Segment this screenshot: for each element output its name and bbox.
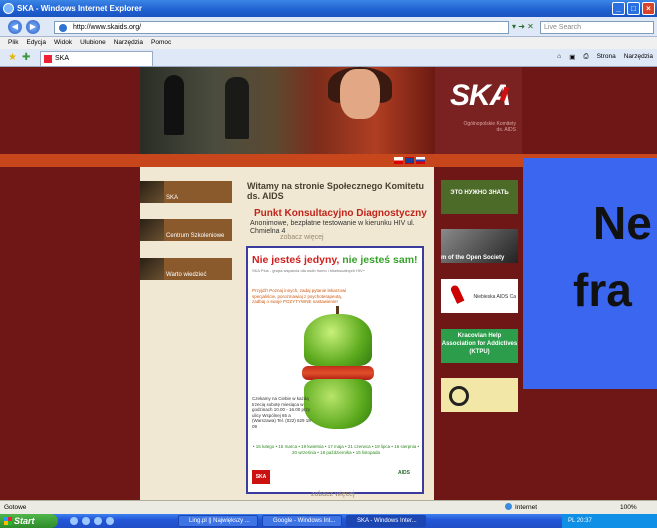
feeds-icon[interactable]: ▣ (569, 53, 575, 61)
address-bar: ◀ ▶ http://www.skaids.org/ ▾ ➜ ✕ Live Se… (0, 17, 657, 37)
see-more-link-2[interactable]: zobacz więcej (311, 491, 355, 498)
url-input[interactable]: http://www.skaids.org/ (54, 21, 509, 34)
menu-edit[interactable]: Edycja (26, 37, 46, 49)
welcome-heading: Witamy na stronie Społecznego Komitetu d… (247, 181, 424, 201)
task-ling[interactable]: Ling.pl || Największy ... (178, 515, 258, 527)
blue-overlay-popup[interactable]: Ne fra (523, 158, 657, 389)
add-favorite-icon[interactable]: ✚ (22, 52, 30, 63)
left-sidebar (140, 167, 232, 500)
menu-bar: Plik Edycja Widok Ulubione Narzędzia Pom… (0, 37, 657, 49)
ie-icon (3, 3, 14, 14)
search-input[interactable]: Live Search (540, 21, 654, 34)
go-refresh-stop[interactable]: ▾ ➜ ✕ (512, 22, 534, 31)
page-menu[interactable]: Strona (597, 53, 616, 61)
ska-favicon-icon (44, 55, 52, 63)
quick-launch (70, 517, 114, 525)
ql-explorer-icon[interactable] (82, 517, 90, 525)
poster-contact: Czekamy na Ciebie w każdą trzecią sobotę… (252, 396, 311, 429)
sidebar-item-warto[interactable]: Warto wiedzieć (140, 258, 232, 280)
home-icon[interactable]: ⌂ (557, 53, 561, 61)
status-text: Gotowe (4, 504, 27, 511)
banner-open-society[interactable]: m of the Open Society (441, 229, 518, 263)
status-bar: Gotowe Internet 100% (0, 500, 657, 514)
window-title: SKA - Windows Internet Explorer (17, 4, 142, 13)
poster-title: Nie jesteś jedyny, nie jesteś sam! (252, 254, 418, 266)
flag-pl-icon[interactable] (394, 157, 403, 164)
menu-view[interactable]: Widok (54, 37, 72, 49)
task-google[interactable]: Google - Windows Int... (262, 515, 342, 527)
sidebar-item-centrum[interactable]: Centrum Szkoleniowe (140, 219, 232, 241)
favorites-star-icon[interactable]: ★ (8, 52, 17, 63)
window-title-bar: SKA - Windows Internet Explorer _ □ × (0, 0, 657, 17)
logo-caption: Ogólnopolskie Komitety ds. AIDS (463, 121, 516, 133)
poster-dates: • 16 lutego • 15 marca • 19 kwietnia • 1… (252, 444, 420, 455)
support-group-poster[interactable]: Nie jesteś jedyny, nie jesteś sam! SKA P… (246, 246, 424, 494)
poster-info: Przyjdź! Poznaj innych, zadaj pytanie le… (252, 288, 347, 304)
back-button[interactable]: ◀ (8, 20, 22, 34)
tab-row: ★ ✚ SKA ⌂ ▣ ⎙ Strona Narzędzia (0, 49, 657, 67)
apple-bottom-image (304, 379, 372, 429)
see-more-link[interactable]: zobacz więcej (280, 234, 324, 241)
poster-aids-logo: AIDS (398, 470, 410, 476)
taskbar: Start Ling.pl || Największy ... Google -… (0, 514, 657, 528)
start-button[interactable]: Start (0, 514, 58, 528)
menu-favorites[interactable]: Ulubione (80, 37, 106, 49)
zoom-level[interactable]: 100% (620, 501, 637, 514)
menu-help[interactable]: Pomoc (151, 37, 171, 49)
menu-file[interactable]: Plik (8, 37, 18, 49)
banner-aids-campaign[interactable]: Niebieska AIDS Ca (441, 279, 518, 313)
circle-logo-icon (449, 386, 469, 406)
page-icon (59, 24, 67, 32)
tab-ska[interactable]: SKA (40, 51, 153, 66)
maximize-button[interactable]: □ (627, 2, 640, 15)
overlay-text-2: fra (573, 264, 632, 316)
pkd-description: Anonimowe, bezpłatne testowanie w kierun… (250, 220, 415, 235)
sidebar-item-ska[interactable]: SKA (140, 181, 232, 203)
ql-media-icon[interactable] (94, 517, 102, 525)
flag-ru-icon[interactable] (416, 157, 425, 164)
pkd-title[interactable]: Punkt Konsultacyjno Diagnostyczny (254, 208, 427, 219)
forward-button[interactable]: ▶ (26, 20, 40, 34)
tools-menu[interactable]: Narzędzia (624, 53, 653, 61)
command-bar: ⌂ ▣ ⎙ Strona Narzędzia (557, 53, 653, 61)
task-ska[interactable]: SKA - Windows Inter... (346, 515, 426, 527)
poster-ska-logo: SKA (252, 470, 270, 484)
minimize-button[interactable]: _ (612, 2, 625, 15)
zone-indicator: Internet (505, 501, 537, 514)
ql-ie-icon[interactable] (70, 517, 78, 525)
menu-tools[interactable]: Narzędzia (114, 37, 143, 49)
language-flags (394, 157, 425, 164)
red-ribbon-icon (449, 284, 465, 304)
print-icon[interactable]: ⎙ (583, 53, 588, 61)
banner-yellow[interactable] (441, 378, 518, 412)
overlay-text-1: Ne (593, 197, 652, 249)
close-button[interactable]: × (642, 2, 655, 15)
flag-en-icon[interactable] (405, 157, 414, 164)
header-photo (140, 67, 435, 154)
ql-desktop-icon[interactable] (106, 517, 114, 525)
poster-subtitle: SKA Plus - grupa wsparcia dla osób homo … (252, 268, 366, 273)
banner-kracovian[interactable]: Kracovian Help Association for Addictive… (441, 329, 518, 363)
banner-russian[interactable]: ЭТО НУЖНО ЗНАТЬ (441, 180, 518, 214)
system-tray: PL 20:37 (562, 514, 657, 528)
apple-top-image (304, 314, 372, 366)
apple-red-slice (302, 366, 374, 380)
